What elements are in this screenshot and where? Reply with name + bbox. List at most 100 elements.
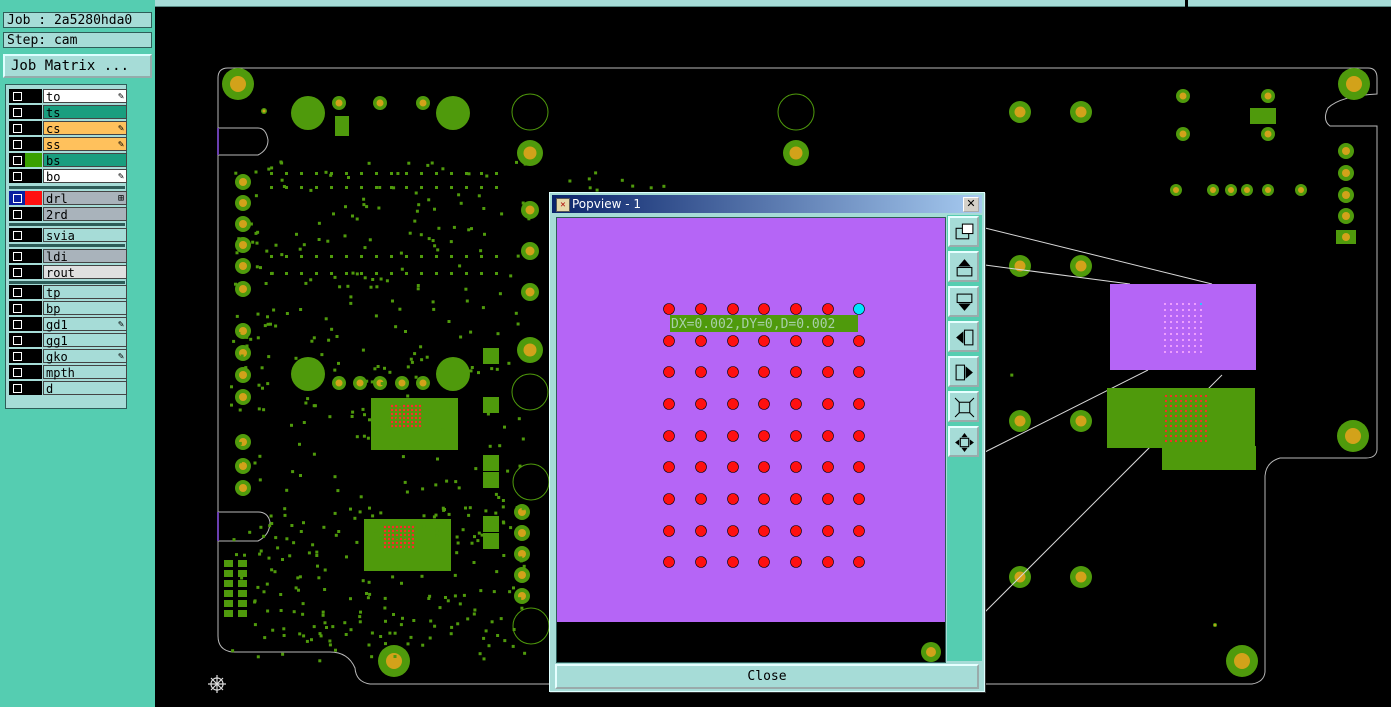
- move-down-button[interactable]: [948, 286, 979, 317]
- drill-hole[interactable]: [853, 493, 865, 505]
- layer-name[interactable]: cs ✎: [43, 121, 127, 136]
- drill-hole[interactable]: [695, 461, 707, 473]
- drill-hole[interactable]: [727, 461, 739, 473]
- layer-row-2rd[interactable]: 2rd: [9, 207, 127, 222]
- drill-hole[interactable]: [822, 461, 834, 473]
- drill-hole[interactable]: [790, 366, 802, 378]
- layer-affected-indicator[interactable]: [25, 169, 42, 183]
- drill-hole[interactable]: [695, 335, 707, 347]
- layer-affected-indicator[interactable]: [25, 349, 42, 363]
- layer-row-cs[interactable]: cs ✎: [9, 121, 127, 136]
- drill-hole[interactable]: [822, 525, 834, 537]
- layer-name[interactable]: ts: [43, 105, 127, 120]
- drill-hole[interactable]: [790, 461, 802, 473]
- layer-checkbox[interactable]: [9, 349, 25, 363]
- layer-row-ts[interactable]: ts: [9, 105, 127, 120]
- layer-checkbox[interactable]: [9, 153, 25, 167]
- layer-row-bp[interactable]: bp: [9, 301, 127, 316]
- drill-hole[interactable]: [853, 430, 865, 442]
- move-right-button[interactable]: [948, 356, 979, 387]
- drill-hole[interactable]: [822, 430, 834, 442]
- layer-affected-indicator[interactable]: [25, 228, 42, 242]
- drill-hole[interactable]: [663, 335, 675, 347]
- layer-name[interactable]: gd1 ✎: [43, 317, 127, 332]
- drill-hole[interactable]: [727, 366, 739, 378]
- drill-hole[interactable]: [790, 303, 802, 315]
- layer-checkbox[interactable]: [9, 249, 25, 263]
- layer-name[interactable]: to ✎: [43, 89, 127, 104]
- layer-row-gd1[interactable]: gd1 ✎: [9, 317, 127, 332]
- layer-name[interactable]: bp: [43, 301, 127, 316]
- drill-hole[interactable]: [663, 556, 675, 568]
- move-up-button[interactable]: [948, 251, 979, 282]
- layer-checkbox[interactable]: [9, 381, 25, 395]
- drill-hole[interactable]: [758, 335, 770, 347]
- drill-hole[interactable]: [727, 430, 739, 442]
- drill-hole[interactable]: [727, 525, 739, 537]
- layer-name[interactable]: ss ✎: [43, 137, 127, 152]
- drill-hole[interactable]: [822, 556, 834, 568]
- drill-hole[interactable]: [790, 493, 802, 505]
- drill-hole[interactable]: [758, 398, 770, 410]
- drill-hole[interactable]: [695, 303, 707, 315]
- drill-hole[interactable]: [853, 366, 865, 378]
- layer-name[interactable]: mpth: [43, 365, 127, 380]
- layer-row-to[interactable]: to ✎: [9, 89, 127, 104]
- layer-name[interactable]: ldi: [43, 249, 127, 264]
- layer-name[interactable]: bs: [43, 153, 127, 168]
- drill-hole[interactable]: [853, 556, 865, 568]
- layer-name[interactable]: tp: [43, 285, 127, 300]
- drill-hole[interactable]: [822, 398, 834, 410]
- layer-name[interactable]: bo ✎: [43, 169, 127, 184]
- layer-row-rout[interactable]: rout: [9, 265, 127, 280]
- layer-name[interactable]: gko ✎: [43, 349, 127, 364]
- layer-affected-indicator[interactable]: [25, 317, 42, 331]
- layer-affected-indicator[interactable]: [25, 301, 42, 315]
- drill-hole[interactable]: [758, 556, 770, 568]
- layer-checkbox[interactable]: [9, 169, 25, 183]
- layer-affected-indicator[interactable]: [25, 207, 42, 221]
- layer-row-bo[interactable]: bo ✎: [9, 169, 127, 184]
- layer-checkbox[interactable]: [9, 285, 25, 299]
- layer-checkbox[interactable]: [9, 365, 25, 379]
- close-icon[interactable]: ✕: [963, 197, 979, 212]
- layer-affected-indicator[interactable]: [25, 381, 42, 395]
- layer-row-drl[interactable]: drl ⊞: [9, 191, 127, 206]
- drill-hole[interactable]: [663, 303, 675, 315]
- drill-hole[interactable]: [822, 335, 834, 347]
- layer-row-d[interactable]: d: [9, 381, 127, 396]
- selected-drill-hole[interactable]: [853, 303, 865, 315]
- layer-affected-indicator[interactable]: [25, 89, 42, 103]
- drill-hole[interactable]: [790, 398, 802, 410]
- layer-row-mpth[interactable]: mpth: [9, 365, 127, 380]
- layer-row-svia[interactable]: svia: [9, 228, 127, 243]
- zoom-home-button[interactable]: [948, 426, 979, 457]
- layer-affected-indicator[interactable]: [25, 333, 42, 347]
- layer-checkbox[interactable]: [9, 301, 25, 315]
- drill-hole[interactable]: [853, 525, 865, 537]
- drill-hole[interactable]: [727, 493, 739, 505]
- drill-hole[interactable]: [790, 556, 802, 568]
- drill-hole[interactable]: [727, 398, 739, 410]
- layer-name[interactable]: rout: [43, 265, 127, 280]
- close-button[interactable]: Close: [555, 664, 979, 689]
- layer-checkbox[interactable]: [9, 207, 25, 221]
- drill-hole[interactable]: [758, 303, 770, 315]
- layer-checkbox[interactable]: [9, 137, 25, 151]
- drill-hole[interactable]: [853, 398, 865, 410]
- drill-hole[interactable]: [790, 525, 802, 537]
- drill-hole[interactable]: [695, 366, 707, 378]
- layer-name[interactable]: gg1: [43, 333, 127, 348]
- drill-hole[interactable]: [663, 430, 675, 442]
- copy-button[interactable]: [948, 216, 979, 247]
- zoom-fit-button[interactable]: [948, 391, 979, 422]
- drill-hole[interactable]: [663, 525, 675, 537]
- drill-hole[interactable]: [663, 366, 675, 378]
- drill-hole[interactable]: [853, 335, 865, 347]
- drill-hole[interactable]: [758, 366, 770, 378]
- drill-hole[interactable]: [822, 366, 834, 378]
- drill-hole[interactable]: [663, 493, 675, 505]
- drill-hole[interactable]: [758, 461, 770, 473]
- drill-hole[interactable]: [663, 461, 675, 473]
- layer-checkbox[interactable]: [9, 333, 25, 347]
